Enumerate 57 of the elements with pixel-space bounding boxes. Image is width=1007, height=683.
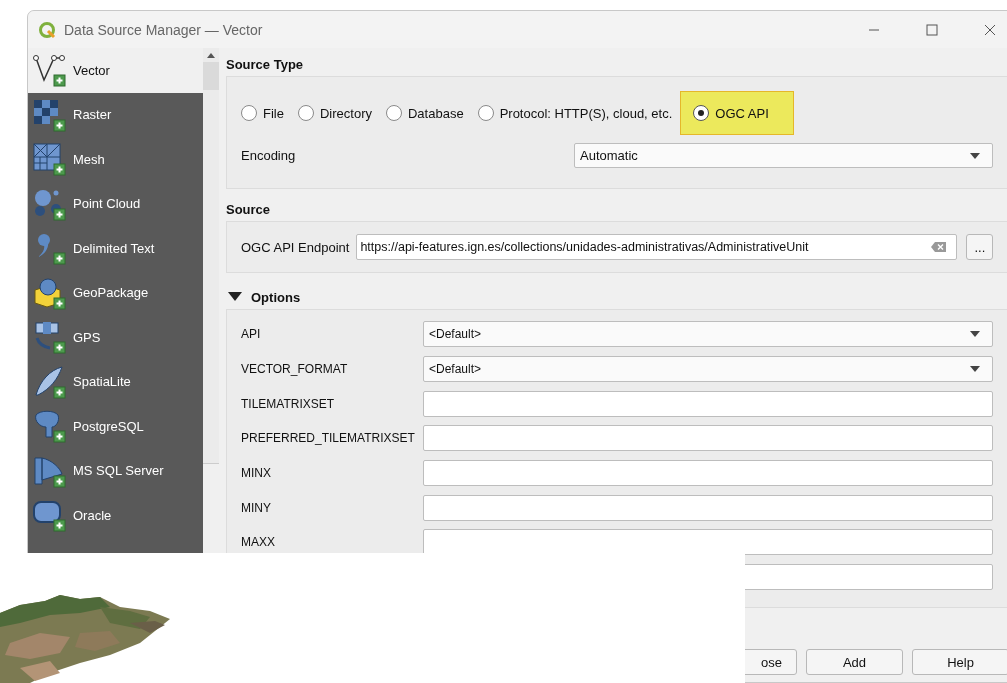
sidebar-item[interactable]: Point Cloud [28,181,203,226]
rounded-square-icon [32,498,66,533]
clear-icon[interactable] [931,241,948,253]
sidebar-item[interactable]: Vector [28,48,203,93]
option-label: PREFERRED_TILEMATRIXSET [241,431,415,446]
highlighted-radio-option[interactable]: OGC API [680,91,794,135]
option-field[interactable] [423,460,993,487]
dialog-button[interactable]: Help [912,649,1007,675]
section-title: Source [226,200,272,219]
option-label: VECTOR_FORMAT [241,362,348,377]
option-label: MAXX [241,535,275,550]
sidebar-item[interactable]: Delimited Text [28,226,203,271]
sidebar-item[interactable]: SpatiaLite [28,359,203,404]
option-dropdown[interactable]: <Default> [423,356,993,383]
caret-icon [970,152,980,159]
sidebar-item[interactable]: GPS [28,315,203,360]
sidebar-item[interactable]: Raster [28,92,203,137]
scrollbar[interactable] [203,48,219,464]
radio-option[interactable]: Directory [297,101,372,125]
dialog-button[interactable]: Add [806,649,903,675]
close-icon[interactable] [984,23,996,36]
feather-icon [32,364,66,399]
caret-icon [970,331,980,338]
encoding-dropdown[interactable]: Automatic [574,143,993,168]
options-toggle[interactable]: Options [226,287,1007,307]
endpoint-field[interactable]: https://api-features.ign.es/collections/unidades-administrativas/AdministrativeUnit [356,234,958,260]
option-dropdown[interactable]: <Default> [423,321,993,348]
section-title: Source Type [226,55,305,74]
scroll-up-icon[interactable] [206,51,216,59]
browse-button[interactable]: ... [966,234,994,260]
q-logo-icon [38,20,56,39]
globe-box-icon [32,275,66,310]
radio-option[interactable]: Protocol: HTTP(S), cloud, etc. [477,101,673,125]
mesh-grid-icon [32,142,66,177]
expand-triangle-icon [228,292,242,302]
option-field[interactable] [423,529,993,556]
option-label: TILEMATRIXSET [241,396,335,411]
sidebar-item[interactable]: MS SQL Server [28,448,203,493]
endpoint-label: OGC API Endpoint [241,239,350,255]
radio-option[interactable]: Database [385,101,464,125]
option-field[interactable] [423,494,993,521]
encoding-label: Encoding [241,148,297,163]
nodes-icon [32,53,66,88]
caret-icon [970,366,980,373]
sidebar-item[interactable]: Mesh [28,137,203,182]
sidebar-item[interactable]: GeoPackage [28,270,203,315]
window-title: Data Source Manager — Vector [64,21,263,38]
option-label: MINY [241,500,271,515]
option-label: MINX [241,466,271,481]
option-field[interactable] [423,425,993,452]
option-field[interactable] [423,390,993,417]
sidebar-item[interactable]: Oracle [28,493,203,538]
checker-grid-icon [32,97,66,132]
sidebar-item[interactable]: PostgreSQL [28,404,203,449]
option-label: API [241,327,261,342]
maximize-icon[interactable] [926,23,938,36]
radio-option[interactable]: File [241,101,284,125]
